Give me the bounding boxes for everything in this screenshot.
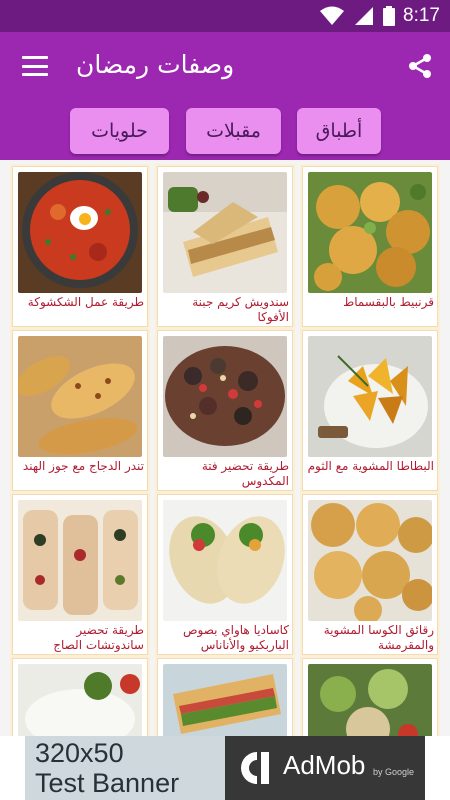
zucchini-chips-photo	[308, 500, 432, 621]
saj-sandwiches-photo	[18, 500, 142, 621]
menu-icon[interactable]	[22, 56, 48, 76]
recipe-title: طريقة عمل الشكشوكة	[27, 295, 144, 309]
roasted-potatoes-photo	[308, 336, 432, 457]
fried-cauliflower-photo	[308, 172, 432, 293]
recipe-card[interactable]: طريقة تحضير ساندوتشات الصاج	[12, 494, 148, 655]
tab-desserts[interactable]: حلويات	[70, 108, 169, 154]
recipe-card[interactable]: رقائق الكوسا المشوية والمقرمشة	[302, 494, 438, 655]
recipe-title: طريقة تحضير فتة المكدوس	[201, 459, 289, 488]
ad-banner[interactable]: 320x50 Test Banner AdMob by Google	[0, 736, 450, 800]
share-icon[interactable]	[406, 52, 434, 80]
recipe-card[interactable]: طريقة تحضير فتة المكدوس	[157, 330, 293, 491]
app-bar: وصفات رمضان	[0, 32, 450, 102]
admob-by-google: by Google	[373, 767, 415, 777]
quesadilla-wraps-photo	[163, 500, 287, 621]
status-bar: 8:17	[0, 0, 450, 32]
recipe-card[interactable]	[157, 658, 293, 736]
recipe-card[interactable]	[12, 658, 148, 736]
recipe-title: قرنبيط بالبقسماط	[343, 295, 434, 309]
sandwich-photo	[163, 172, 287, 293]
status-time: 8:17	[403, 5, 440, 26]
recipe-card[interactable]	[302, 658, 438, 736]
recipe-card[interactable]: كاساديا هاواي بصوص الباربكيو والأناناس	[157, 494, 293, 655]
admob-brand: AdMob	[283, 750, 366, 780]
recipe-card[interactable]: تندر الدجاج مع جوز الهند	[12, 330, 148, 491]
admob-icon	[241, 752, 269, 784]
tab-appetizers[interactable]: مقبلات	[186, 108, 281, 154]
recipe-title: البطاطا المشوية مع الثوم	[307, 459, 434, 473]
recipe-card[interactable]: قرنبيط بالبقسماط	[302, 166, 438, 327]
shakshuka-photo	[18, 172, 142, 293]
signal-icon	[355, 7, 374, 25]
recipe-grid: قرنبيط بالبقسماط سندويش كريم جبنة الأفوك…	[0, 160, 450, 736]
tab-dishes[interactable]: أطباق	[297, 108, 381, 154]
recipe-title: رقائق الكوسا المشوية والمقرمشة	[323, 623, 434, 652]
recipe-card[interactable]: سندويش كريم جبنة الأفوكا	[157, 166, 293, 327]
ad-size-label: 320x50	[35, 738, 124, 768]
admob-logo-block: AdMob by Google	[225, 736, 425, 800]
recipe-title: كاساديا هاواي بصوص الباربكيو والأناناس	[182, 623, 289, 652]
recipe-title: طريقة تحضير ساندوتشات الصاج	[53, 623, 144, 652]
ad-creative[interactable]: 320x50 Test Banner AdMob by Google	[25, 736, 425, 800]
recipe-card[interactable]: البطاطا المشوية مع الثوم	[302, 330, 438, 491]
category-tabs: أطباق مقبلات حلويات	[0, 102, 450, 160]
ad-test-label: Test Banner	[35, 768, 180, 798]
recipe-title: سندويش كريم جبنة الأفوكا	[192, 295, 289, 324]
chicken-tenders-photo	[18, 336, 142, 457]
app-title: وصفات رمضان	[76, 50, 235, 79]
cheese-appetizer-photo	[18, 664, 142, 736]
toast-sandwich-photo	[163, 664, 287, 736]
fatteh-photo	[163, 336, 287, 457]
wifi-icon	[320, 6, 345, 25]
recipe-card[interactable]: طريقة عمل الشكشوكة	[12, 166, 148, 327]
salad-photo	[308, 664, 432, 736]
battery-icon	[383, 6, 396, 26]
recipe-title: تندر الدجاج مع جوز الهند	[22, 459, 144, 473]
